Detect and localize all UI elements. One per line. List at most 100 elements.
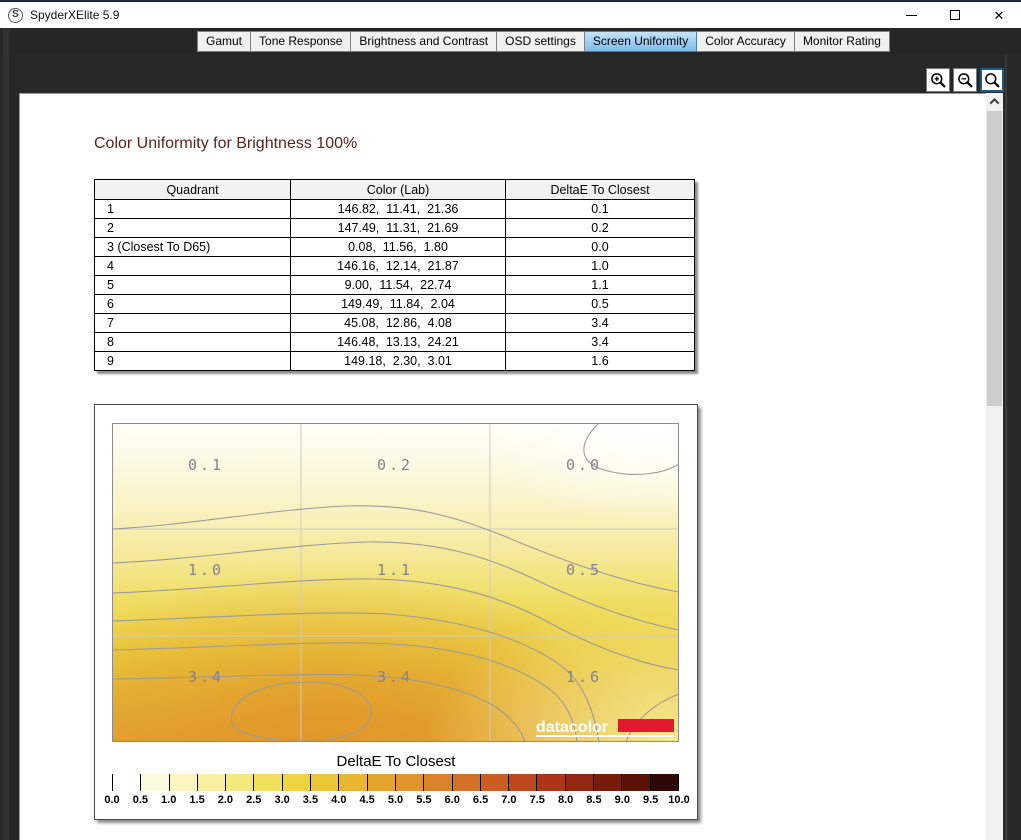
tab-tone-response[interactable]: Tone Response: [251, 31, 351, 52]
colorbar-segment: [423, 774, 451, 791]
scroll-up-button[interactable]: [986, 93, 1003, 110]
colorbar-segment: [253, 774, 281, 791]
window-controls: ✕: [889, 2, 1021, 28]
tab-color-accuracy[interactable]: Color Accuracy: [697, 31, 795, 52]
vertical-scrollbar[interactable]: [986, 93, 1003, 840]
table-cell: 0.1: [506, 200, 695, 219]
tab-osd-settings[interactable]: OSD settings: [497, 31, 585, 52]
colorbar-tick-label: 4.0: [331, 794, 346, 806]
minimize-button[interactable]: [889, 2, 933, 28]
table-cell: 3 (Closest To D65): [95, 238, 291, 257]
tab-bar: GamutTone ResponseBrightness and Contras…: [0, 28, 1021, 55]
zoom-in-button[interactable]: [926, 68, 950, 92]
table-row: 1146.82, 11.41, 21.360.1: [95, 200, 695, 219]
table-cell: 1.1: [506, 276, 695, 295]
table-cell: 0.08, 11.56, 1.80: [291, 238, 506, 257]
colorbar-tick-label: 6.5: [473, 794, 488, 806]
table-row: 9149.18, 2.30, 3.011.6: [95, 352, 695, 371]
colorbar-segment: [338, 774, 366, 791]
colorbar-segment: [536, 774, 564, 791]
zoom-button[interactable]: [980, 68, 1004, 92]
colorbar-tick-label: 0.0: [104, 794, 119, 806]
quadrant-label: 3.4: [188, 668, 224, 686]
colorbar-tick-label: 7.0: [501, 794, 516, 806]
table-cell: 1.6: [506, 352, 695, 371]
table-cell: 147.49, 11.31, 21.69: [291, 219, 506, 238]
zoom-out-button[interactable]: [953, 68, 977, 92]
document-panel: Color Uniformity for Brightness 100% Qua…: [19, 93, 986, 840]
colorbar-segment: [621, 774, 649, 791]
column-header: DeltaE To Closest: [506, 180, 695, 200]
column-header: Color (Lab): [291, 180, 506, 200]
colorbar-tick-label: 1.0: [161, 794, 176, 806]
colorbar-segment: [508, 774, 536, 791]
table-row: 2147.49, 11.31, 21.690.2: [95, 219, 695, 238]
table-cell: 1.0: [506, 257, 695, 276]
column-header: Quadrant: [95, 180, 291, 200]
colorbar-segment: [197, 774, 225, 791]
colorbar-segment: [480, 774, 508, 791]
quadrant-label: 1.1: [377, 561, 413, 579]
scrollbar-thumb[interactable]: [987, 111, 1002, 406]
zoom-icon: [984, 72, 1001, 89]
colorbar-tick-label: 1.5: [189, 794, 204, 806]
colorbar-segment: [395, 774, 423, 791]
app-window: S SpyderXElite 5.9 ✕ GamutTone ResponseB…: [0, 0, 1021, 840]
contour-heatmap: 0.1 0.2 0.0 1.0 1.1 0.5 3.4 3.4 1.6 data…: [112, 423, 679, 742]
datacolor-red-mark: [618, 719, 674, 732]
close-button[interactable]: ✕: [977, 2, 1021, 28]
window-frame-right: [1005, 55, 1007, 840]
table-cell: 149.49, 11.84, 2.04: [291, 295, 506, 314]
zoom-in-icon: [930, 72, 947, 89]
maximize-button[interactable]: [933, 2, 977, 28]
colorbar-tick-label: 3.0: [274, 794, 289, 806]
colorbar-segment: [565, 774, 593, 791]
tab-strip: GamutTone ResponseBrightness and Contras…: [197, 31, 890, 52]
tab-screen-uniformity[interactable]: Screen Uniformity: [585, 31, 697, 52]
colorbar-segment: [282, 774, 310, 791]
table-cell: 0.5: [506, 295, 695, 314]
table-cell: 6: [95, 295, 291, 314]
window-title: SpyderXElite 5.9: [30, 8, 119, 22]
table-cell: 3.4: [506, 314, 695, 333]
tab-monitor-rating[interactable]: Monitor Rating: [795, 31, 890, 52]
table-row: 6149.49, 11.84, 2.040.5: [95, 295, 695, 314]
tab-gamut[interactable]: Gamut: [197, 31, 251, 52]
colorbar-tick-label: 2.5: [246, 794, 261, 806]
table-row: 745.08, 12.86, 4.083.4: [95, 314, 695, 333]
tab-brightness-and-contrast[interactable]: Brightness and Contrast: [351, 31, 497, 52]
table-cell: 1: [95, 200, 291, 219]
quadrant-label: 3.4: [377, 668, 413, 686]
colorbar-tick-label: 0.5: [133, 794, 148, 806]
table-row: 4146.16, 12.14, 21.871.0: [95, 257, 695, 276]
colorbar-tick-label: 3.5: [303, 794, 318, 806]
quadrant-label: 1.6: [566, 668, 602, 686]
datacolor-wordmark: datacolor: [536, 719, 608, 736]
quadrant-label: 1.0: [188, 561, 224, 579]
table-cell: 149.18, 2.30, 3.01: [291, 352, 506, 371]
colorbar-segment: [593, 774, 621, 791]
table-cell: 9: [95, 352, 291, 371]
colorbar-tick-label: 8.5: [586, 794, 601, 806]
quadrant-label: 0.5: [566, 561, 602, 579]
colorbar-segment: [225, 774, 253, 791]
maximize-icon: [950, 10, 960, 20]
app-logo-icon: S: [8, 8, 23, 23]
table-cell: 4: [95, 257, 291, 276]
colorbar-tick-label: 4.5: [359, 794, 374, 806]
colorbar-segment: [650, 774, 678, 791]
colorbar-tick-label: 10.0: [668, 794, 689, 806]
colorbar-segment: [112, 774, 140, 791]
colorbar-tick-label: 7.5: [530, 794, 545, 806]
colorbar-tick-labels: 0.00.51.01.52.02.53.03.54.04.55.05.56.06…: [112, 794, 679, 808]
colorbar-tick-label: 8.0: [558, 794, 573, 806]
table-row: 8146.48, 13.13, 24.213.4: [95, 333, 695, 352]
colorbar-tick-label: 9.0: [615, 794, 630, 806]
uniformity-heatmap-panel: 0.1 0.2 0.0 1.0 1.1 0.5 3.4 3.4 1.6 data…: [94, 404, 698, 820]
chevron-up-icon: [990, 98, 1000, 108]
quadrant-label: 0.2: [377, 456, 413, 474]
table-cell: 146.48, 13.13, 24.21: [291, 333, 506, 352]
quadrant-label: 0.1: [188, 456, 224, 474]
table-row: 59.00, 11.54, 22.741.1: [95, 276, 695, 295]
zoom-toolbar: [926, 68, 1004, 92]
